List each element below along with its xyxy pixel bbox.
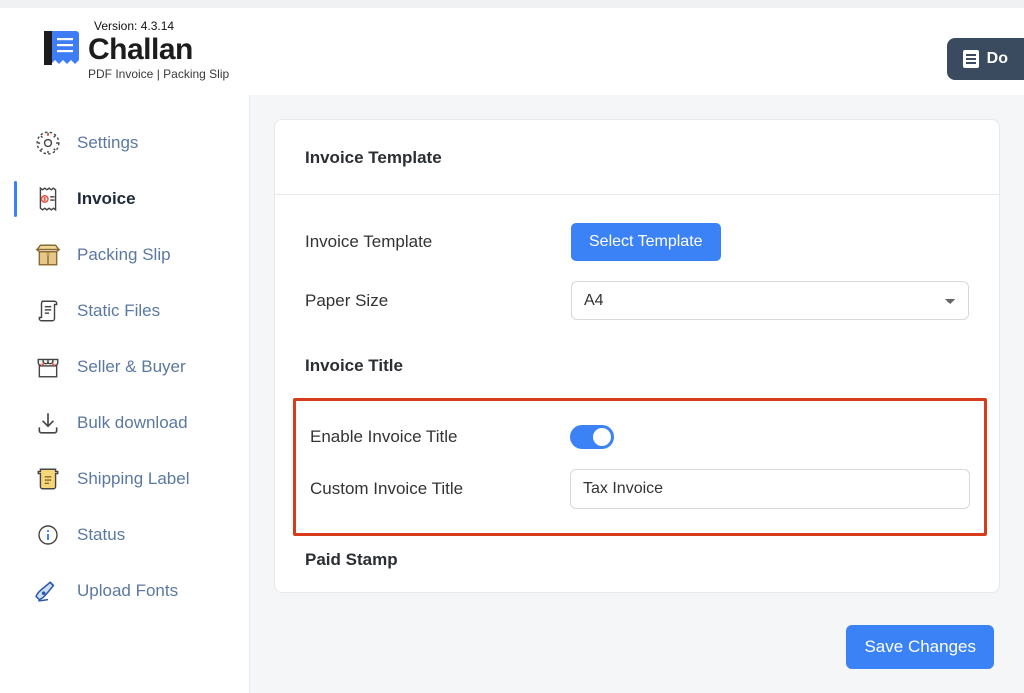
select-template-button[interactable]: Select Template bbox=[571, 223, 721, 261]
docs-button[interactable]: Do bbox=[947, 38, 1024, 80]
sidebar-item-label: Upload Fonts bbox=[77, 581, 178, 601]
info-icon bbox=[33, 521, 63, 549]
section-header-invoice-title: Invoice Title bbox=[275, 338, 999, 398]
sidebar-item-label: Invoice bbox=[77, 189, 136, 209]
main-content: Invoice Template Invoice Template Select… bbox=[250, 95, 1024, 693]
top-bar: Version: 4.3.14 Challan PDF Invoice | Pa… bbox=[0, 0, 1024, 95]
scroll-icon bbox=[33, 297, 63, 325]
enable-invoice-title-toggle[interactable] bbox=[570, 425, 614, 449]
paper-size-select[interactable]: A4 bbox=[571, 281, 969, 320]
sidebar-item-label: Packing Slip bbox=[77, 245, 171, 265]
sidebar-item-upload-fonts[interactable]: Upload Fonts bbox=[0, 563, 249, 619]
sidebar-item-label: Settings bbox=[77, 133, 138, 153]
label-custom-invoice-title: Custom Invoice Title bbox=[310, 479, 570, 499]
logo: Version: 4.3.14 Challan PDF Invoice | Pa… bbox=[40, 23, 229, 81]
section-header-invoice-template: Invoice Template bbox=[275, 120, 999, 195]
invoice-settings-card: Invoice Template Invoice Template Select… bbox=[274, 119, 1000, 593]
sidebar: Settings Invoice bbox=[0, 95, 250, 693]
pen-icon bbox=[33, 577, 63, 605]
save-changes-button[interactable]: Save Changes bbox=[846, 625, 994, 669]
sidebar-item-label: Static Files bbox=[77, 301, 160, 321]
store-icon bbox=[33, 353, 63, 381]
box-icon bbox=[33, 241, 63, 269]
version-label: Version: 4.3.14 bbox=[94, 19, 174, 33]
sidebar-item-label: Shipping Label bbox=[77, 469, 189, 489]
download-icon bbox=[33, 409, 63, 437]
sidebar-item-packing-slip[interactable]: Packing Slip bbox=[0, 227, 249, 283]
challan-logo-icon bbox=[40, 27, 80, 69]
app-subtitle: PDF Invoice | Packing Slip bbox=[88, 67, 229, 81]
sidebar-item-status[interactable]: Status bbox=[0, 507, 249, 563]
row-paper-size: Paper Size A4 bbox=[275, 271, 999, 330]
label-enable-invoice-title: Enable Invoice Title bbox=[310, 427, 570, 447]
sidebar-item-shipping-label[interactable]: Shipping Label bbox=[0, 451, 249, 507]
docs-button-label: Do bbox=[987, 50, 1008, 68]
sidebar-item-invoice[interactable]: Invoice bbox=[0, 171, 249, 227]
row-custom-invoice-title: Custom Invoice Title bbox=[296, 459, 984, 519]
custom-invoice-title-input[interactable] bbox=[570, 469, 970, 509]
row-enable-invoice-title: Enable Invoice Title bbox=[296, 415, 984, 459]
sidebar-item-static-files[interactable]: Static Files bbox=[0, 283, 249, 339]
invoice-icon bbox=[33, 185, 63, 213]
document-icon bbox=[963, 50, 979, 68]
label-invoice-template: Invoice Template bbox=[305, 232, 571, 252]
sidebar-item-bulk-download[interactable]: Bulk download bbox=[0, 395, 249, 451]
sidebar-item-settings[interactable]: Settings bbox=[0, 115, 249, 171]
label-icon bbox=[33, 465, 63, 493]
sidebar-item-label: Status bbox=[77, 525, 125, 545]
gear-icon bbox=[33, 129, 63, 157]
sidebar-item-seller-buyer[interactable]: Seller & Buyer bbox=[0, 339, 249, 395]
section-header-paid-stamp: Paid Stamp bbox=[275, 536, 999, 592]
label-paper-size: Paper Size bbox=[305, 291, 571, 311]
row-invoice-template: Invoice Template Select Template bbox=[275, 213, 999, 271]
app-title: Challan bbox=[88, 35, 229, 65]
highlighted-invoice-title-area: Enable Invoice Title Custom Invoice Titl… bbox=[293, 398, 987, 536]
sidebar-item-label: Bulk download bbox=[77, 413, 188, 433]
sidebar-item-label: Seller & Buyer bbox=[77, 357, 186, 377]
